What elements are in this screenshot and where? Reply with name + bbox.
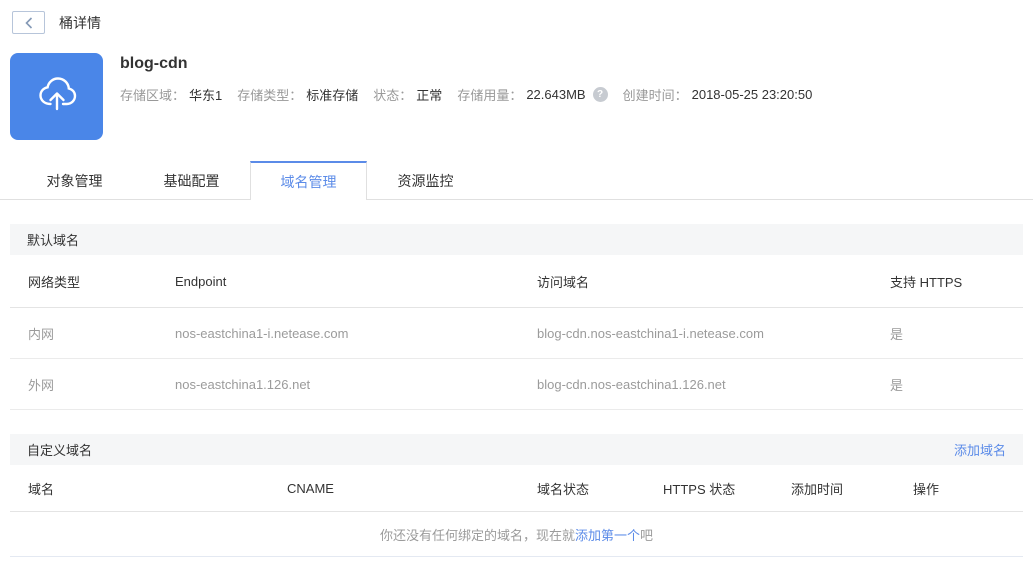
col-actions: 操作 xyxy=(913,481,940,497)
custom-domains-section: 自定义域名 添加域名 域名 CNAME 域名状态 HTTPS 状态 添加时间 操… xyxy=(10,434,1023,557)
meta-storage-usage: 存储用量： 22.643MB ? xyxy=(457,85,608,104)
empty-state-text: 吧 xyxy=(640,527,654,543)
meta-storage-type: 存储类型： 标准存储 xyxy=(237,85,358,104)
back-button[interactable] xyxy=(12,11,45,34)
bucket-avatar xyxy=(10,53,103,140)
tab-object-management[interactable]: 对象管理 xyxy=(16,161,133,200)
tab-resource-monitor[interactable]: 资源监控 xyxy=(367,161,484,200)
default-domains-section: 默认域名 网络类型 Endpoint 访问域名 支持 HTTPS 内网 nos-… xyxy=(10,224,1023,410)
col-domain-status: 域名状态 xyxy=(537,481,590,497)
col-domain: 域名 xyxy=(28,481,55,497)
meta-value: 正常 xyxy=(416,88,443,103)
cell-endpoint: nos-eastchina1-i.netease.com xyxy=(175,325,349,341)
tab-basic-config[interactable]: 基础配置 xyxy=(133,161,250,200)
cell-endpoint: nos-eastchina1.126.net xyxy=(175,376,311,392)
cell-access-domain: blog-cdn.nos-eastchina1-i.netease.com xyxy=(537,325,764,341)
meta-value: 2018-05-25 23:20:50 xyxy=(691,87,813,102)
meta-label: 存储区域： xyxy=(120,88,186,103)
cell-https-support: 是 xyxy=(890,377,904,393)
tab-domain-management[interactable]: 域名管理 xyxy=(250,161,367,200)
topbar: 桶详情 xyxy=(0,0,1033,34)
empty-state-text: 你还没有任何绑定的域名，现在就 xyxy=(379,527,575,543)
add-domain-link[interactable]: 添加域名 xyxy=(954,440,1006,459)
bucket-info: blog-cdn 存储区域： 华东1 存储类型： 标准存储 状态： 正常 存储用… xyxy=(120,53,827,140)
meta-label: 存储用量： xyxy=(457,88,523,103)
empty-state: 你还没有任何绑定的域名，现在就 添加第一个吧 xyxy=(10,512,1023,557)
col-endpoint: Endpoint xyxy=(175,273,227,289)
bucket-summary: blog-cdn 存储区域： 华东1 存储类型： 标准存储 状态： 正常 存储用… xyxy=(10,53,1023,140)
bucket-name: blog-cdn xyxy=(120,55,188,72)
cloud-upload-icon xyxy=(33,71,81,122)
section-title: 默认域名 xyxy=(27,233,80,248)
meta-created-time: 创建时间： 2018-05-25 23:20:50 xyxy=(623,85,813,104)
col-https-status: HTTPS 状态 xyxy=(663,481,736,497)
meta-label: 存储类型： xyxy=(237,88,303,103)
meta-value: 22.643MB xyxy=(526,87,586,102)
meta-storage-region: 存储区域： 华东1 xyxy=(120,85,222,104)
bucket-meta: 存储区域： 华东1 存储类型： 标准存储 状态： 正常 存储用量： 22.643… xyxy=(120,85,827,104)
default-domains-header: 默认域名 xyxy=(10,224,1023,255)
meta-value: 华东1 xyxy=(189,88,223,103)
col-https-support: 支持 HTTPS xyxy=(890,274,963,290)
meta-status: 状态： 正常 xyxy=(373,85,442,104)
cell-network-type: 内网 xyxy=(28,326,55,342)
col-network-type: 网络类型 xyxy=(28,274,81,290)
meta-label: 状态： xyxy=(373,88,413,103)
col-add-time: 添加时间 xyxy=(791,481,844,497)
table-row: 内网 nos-eastchina1-i.netease.com blog-cdn… xyxy=(10,308,1023,359)
cell-https-support: 是 xyxy=(890,326,904,342)
col-access-domain: 访问域名 xyxy=(537,274,590,290)
cell-access-domain: blog-cdn.nos-eastchina1.126.net xyxy=(537,376,726,392)
default-domains-columns: 网络类型 Endpoint 访问域名 支持 HTTPS xyxy=(10,255,1023,308)
help-icon[interactable]: ? xyxy=(592,87,608,102)
custom-domains-columns: 域名 CNAME 域名状态 HTTPS 状态 添加时间 操作 xyxy=(10,465,1023,512)
custom-domains-header: 自定义域名 添加域名 xyxy=(10,434,1023,465)
col-cname: CNAME xyxy=(287,480,334,496)
page-title: 桶详情 xyxy=(59,14,101,31)
tab-bar: 对象管理 基础配置 域名管理 资源监控 xyxy=(0,161,1033,200)
add-first-domain-link[interactable]: 添加第一个 xyxy=(575,525,640,544)
table-row: 外网 nos-eastchina1.126.net blog-cdn.nos-e… xyxy=(10,359,1023,410)
chevron-left-icon xyxy=(24,16,33,29)
cell-network-type: 外网 xyxy=(28,377,55,393)
meta-label: 创建时间： xyxy=(622,88,688,103)
section-title: 自定义域名 xyxy=(27,443,93,458)
meta-value: 标准存储 xyxy=(306,88,359,103)
